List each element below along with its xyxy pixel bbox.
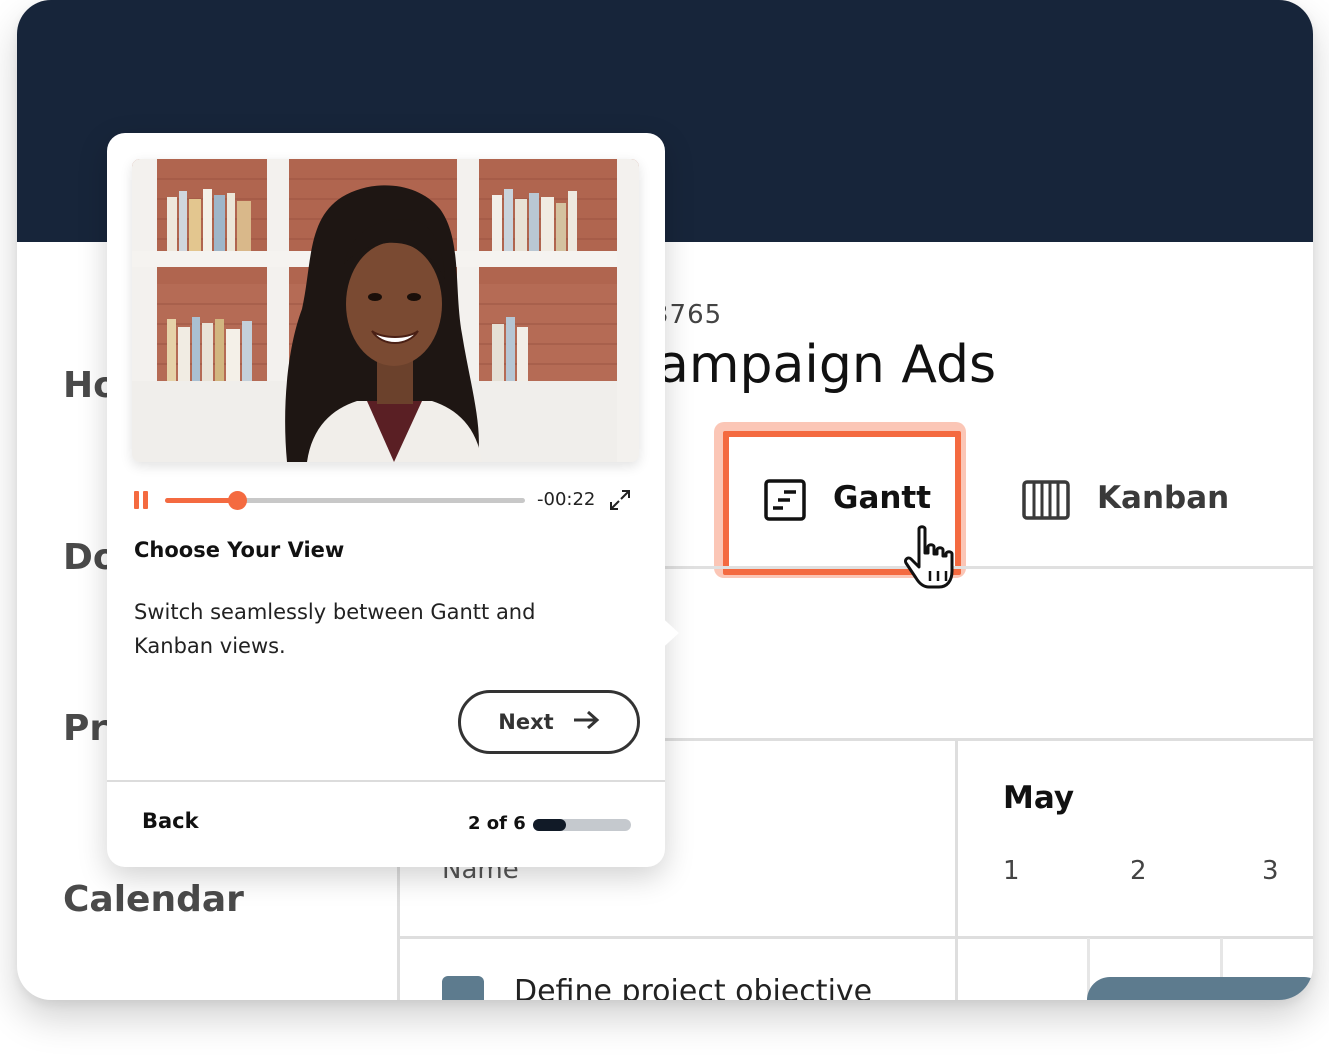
timeline-day: 3 [1262, 856, 1279, 886]
hand-pointer-cursor-icon [897, 525, 961, 599]
video-time-remaining: -00:22 [537, 489, 596, 510]
next-button-label: Next [498, 710, 554, 734]
task-color-swatch [442, 976, 484, 1000]
tour-step-progress-fill [533, 819, 566, 831]
grid-top-border [657, 738, 1313, 741]
video-progress-fill [165, 498, 237, 503]
tour-step-progress [533, 819, 631, 831]
grid-timeline-divider [955, 740, 958, 1000]
task-name[interactable]: Define project objective [514, 974, 872, 1000]
tab-gantt-label: Gantt [833, 480, 932, 516]
sidebar-item-calendar[interactable]: Calendar [63, 879, 244, 920]
tab-kanban-label: Kanban [1097, 480, 1230, 516]
product-tour-card: -00:22 Choose Your View Switch seamlessl… [107, 133, 679, 867]
tour-video[interactable] [132, 159, 639, 462]
timeline-day: 1 [1003, 856, 1020, 886]
grid-header-divider [397, 936, 1313, 939]
card-footer-divider [107, 780, 665, 782]
tour-step-description: Switch seamlessly between Gantt and Kanb… [134, 600, 536, 658]
tab-kanban[interactable]: Kanban [1022, 460, 1282, 540]
expand-icon[interactable] [609, 489, 631, 515]
timeline-month: May [1003, 780, 1075, 816]
next-button[interactable]: Next [458, 690, 640, 754]
kanban-icon [1022, 480, 1070, 528]
arrow-right-icon [572, 710, 600, 735]
gantt-icon [763, 478, 807, 530]
tour-pointer-arrow [657, 613, 679, 653]
project-title: ampaign Ads [657, 335, 997, 395]
video-progress-slider[interactable] [165, 491, 525, 510]
pause-icon[interactable] [134, 491, 150, 509]
timeline-day: 2 [1130, 856, 1147, 886]
tour-step-counter: 2 of 6 [468, 813, 526, 834]
gantt-task-bar[interactable] [1087, 977, 1313, 1000]
video-progress-thumb[interactable] [228, 491, 247, 510]
tabs-underline [657, 566, 1313, 569]
back-button[interactable]: Back [142, 809, 199, 833]
tour-step-title: Choose Your View [134, 538, 345, 562]
